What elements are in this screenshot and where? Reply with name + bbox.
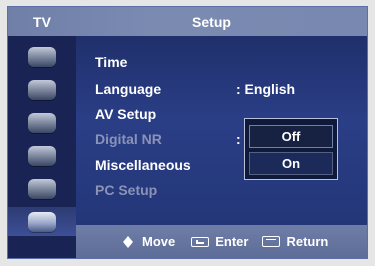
- footer-help-bar: Move Enter Return: [76, 225, 367, 258]
- sound-icon: [28, 79, 56, 100]
- sidebar-item-picture[interactable]: [8, 42, 76, 71]
- sidebar-item-tools[interactable]: [8, 207, 76, 236]
- dropdown-option-off[interactable]: Off: [249, 125, 333, 148]
- setup-icon: [28, 145, 56, 166]
- picture-icon: [28, 46, 56, 67]
- channel-icon: [28, 112, 56, 133]
- updown-arrows-icon: [120, 235, 136, 248]
- enter-icon: [191, 236, 210, 247]
- menu-item-time[interactable]: Time: [95, 54, 127, 70]
- menu-item-av-setup[interactable]: AV Setup: [95, 106, 156, 122]
- footer-move: Move: [120, 234, 175, 249]
- return-icon: [262, 236, 281, 247]
- menu-item-miscellaneous[interactable]: Miscellaneous: [95, 157, 191, 173]
- dropdown-option-on[interactable]: On: [249, 152, 333, 175]
- setup-menu: Time Language : English AV Setup Digital…: [76, 36, 367, 225]
- sidebar-item-setup[interactable]: [8, 141, 76, 170]
- page-title: Setup: [192, 13, 231, 30]
- tools-icon: [28, 211, 56, 232]
- sidebar-item-input[interactable]: [8, 174, 76, 203]
- menu-item-digital-nr-separator: :: [236, 131, 241, 147]
- menu-header: TV Setup: [8, 7, 367, 36]
- input-icon: [28, 178, 56, 199]
- footer-return-label: Return: [286, 234, 329, 249]
- footer-enter-label: Enter: [215, 234, 249, 249]
- digital-nr-dropdown[interactable]: Off On: [244, 118, 338, 180]
- menu-item-language-value: : English: [236, 81, 296, 97]
- footer-enter: Enter: [191, 234, 248, 249]
- menu-item-pc-setup[interactable]: PC Setup: [95, 182, 157, 198]
- sidebar-item-channel[interactable]: [8, 108, 76, 137]
- sidebar-item-sound[interactable]: [8, 75, 76, 104]
- tv-menu-window: TV Setup Time Language : English AV Setu…: [7, 6, 368, 259]
- tv-label: TV: [33, 13, 51, 30]
- footer-return: Return: [262, 234, 328, 249]
- menu-item-digital-nr[interactable]: Digital NR: [95, 131, 162, 147]
- footer-move-label: Move: [142, 234, 176, 249]
- menu-item-language[interactable]: Language: [95, 81, 161, 97]
- sidebar: [8, 36, 76, 258]
